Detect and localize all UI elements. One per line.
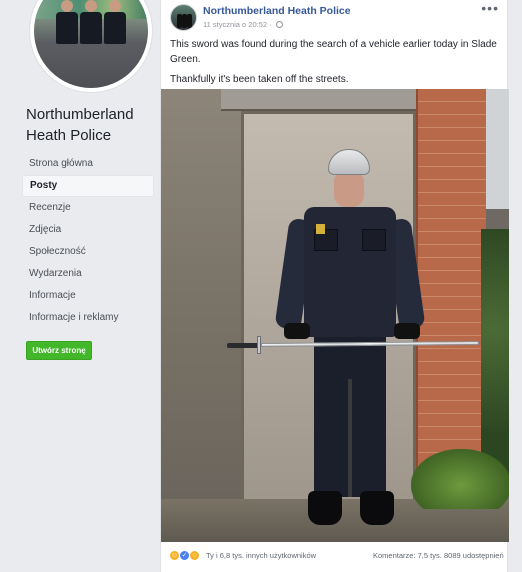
- post-text-line: Thankfully it's been taken off the stree…: [170, 74, 349, 85]
- wow-icon: ○: [189, 550, 201, 561]
- photo-lintel: [221, 89, 421, 111]
- shares-count[interactable]: 8089 udostępnień: [444, 551, 504, 560]
- post-photo[interactable]: [161, 89, 509, 542]
- photo-helmet: [328, 149, 370, 175]
- nav-item-community[interactable]: Społeczność: [22, 241, 154, 263]
- photo-sword-hilt: [227, 343, 261, 348]
- photo-wall: [161, 89, 251, 509]
- page-nav: Strona główna Posty Recenzje Zdjęcia Spo…: [22, 153, 154, 329]
- page-profile-picture[interactable]: [30, 0, 152, 92]
- create-page-button[interactable]: Utwórz stronę: [26, 341, 92, 360]
- post-footer: ☺ ✓ ○ Ty i 6,8 tys. innych użytkowników …: [161, 548, 509, 566]
- globe-icon: [275, 21, 283, 28]
- post-time-text: 11 stycznia o 20:52: [203, 20, 268, 29]
- page-sidebar: Northumberland Heath Police Strona główn…: [0, 0, 160, 572]
- nav-item-posts[interactable]: Posty: [22, 175, 154, 197]
- nav-item-about[interactable]: Informacje: [22, 285, 154, 307]
- profile-photo: [34, 0, 148, 88]
- nav-item-events[interactable]: Wydarzenia: [22, 263, 154, 285]
- post-text: This sword was found during the search o…: [170, 37, 500, 92]
- post-timestamp[interactable]: 11 stycznia o 20:52 ·: [203, 20, 283, 29]
- photo-brick-pillar: [416, 89, 486, 469]
- more-options-icon[interactable]: •••: [481, 0, 499, 16]
- post-author-link[interactable]: Northumberland Heath Police: [203, 5, 351, 17]
- post-author-avatar[interactable]: [170, 4, 197, 31]
- nav-item-photos[interactable]: Zdjęcia: [22, 219, 154, 241]
- reactions-count[interactable]: Ty i 6,8 tys. innych użytkowników: [206, 551, 316, 560]
- nav-item-home[interactable]: Strona główna: [22, 153, 154, 175]
- reactions-summary[interactable]: ☺ ✓ ○: [169, 550, 201, 562]
- nav-item-reviews[interactable]: Recenzje: [22, 197, 154, 219]
- comments-count[interactable]: Komentarze: 7,5 tys.: [373, 551, 442, 560]
- profile-officer-figure: [56, 0, 78, 78]
- nav-item-info-and-ads[interactable]: Informacje i reklamy: [22, 307, 154, 329]
- profile-officer-figure: [104, 0, 126, 78]
- photo-foliage: [481, 229, 509, 479]
- post-card: Northumberland Heath Police 11 stycznia …: [160, 0, 509, 572]
- post-text-line: This sword was found during the search o…: [170, 39, 497, 65]
- profile-officer-figure: [80, 0, 102, 78]
- page-title: Northumberland Heath Police: [26, 106, 134, 144]
